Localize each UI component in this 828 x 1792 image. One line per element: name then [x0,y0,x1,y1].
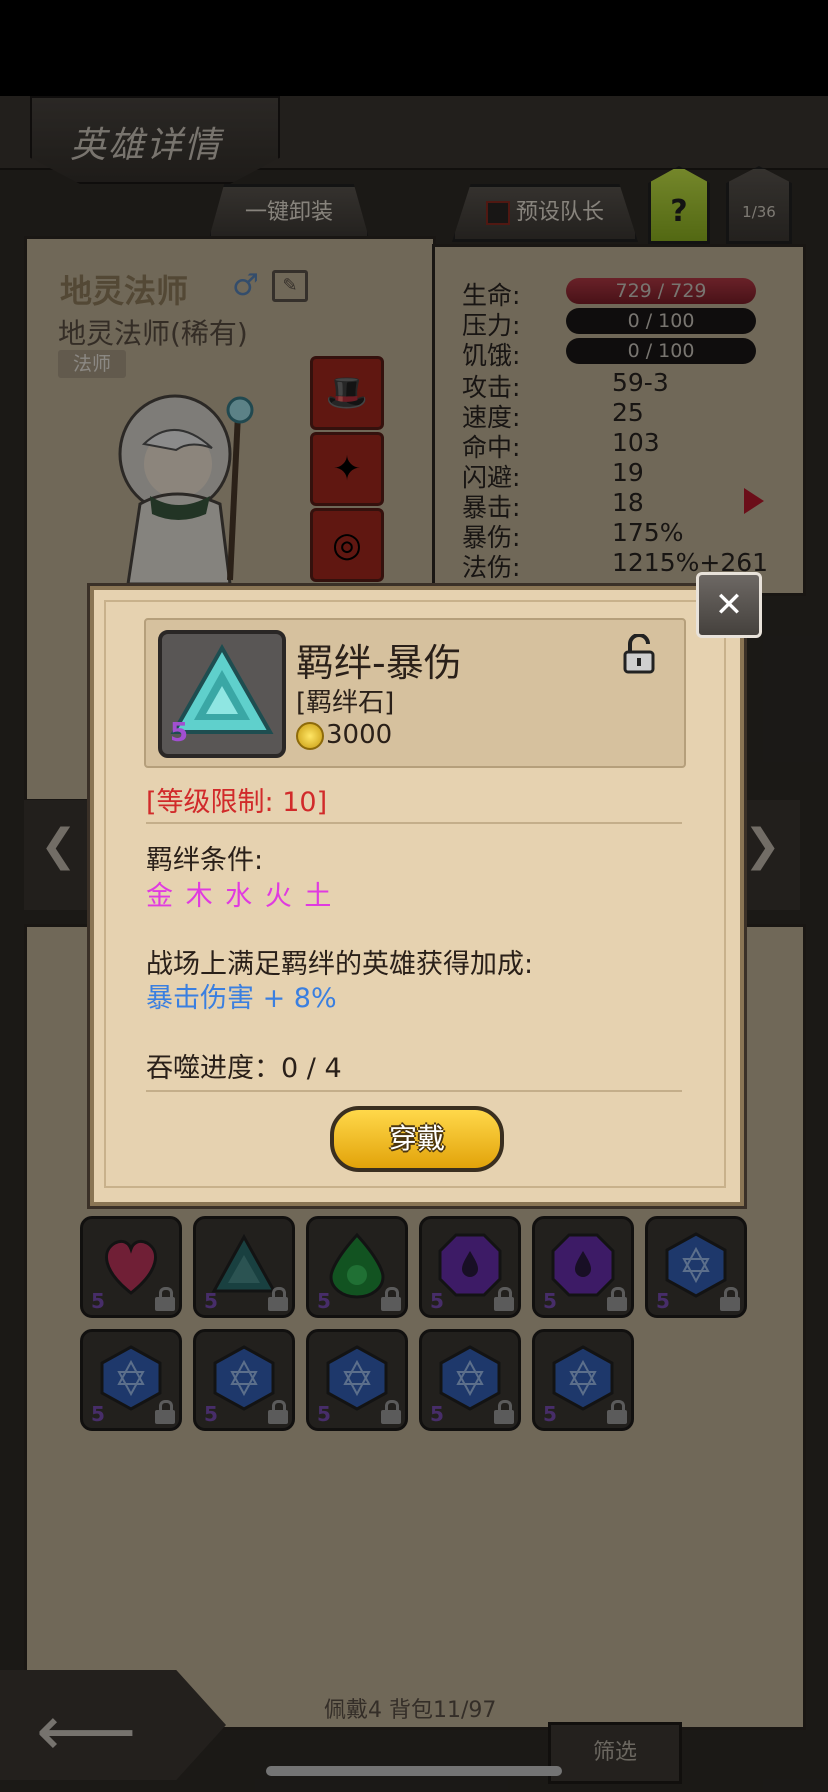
status-bar [0,0,828,96]
gold-coin-icon [296,722,324,750]
bond-condition-label: 羁绊条件: [146,845,264,876]
devour-progress: 吞噬进度：0 / 4 [146,1053,342,1084]
item-level-badge: 5 [170,718,189,748]
bond-elements: 金 木 水 火 土 [146,881,334,912]
item-price: 3000 [326,720,393,750]
divider [146,822,682,824]
item-name: 羁绊-暴伤 [296,641,462,685]
equip-button[interactable]: 穿戴 [330,1106,504,1172]
bonus-value: 暴击伤害 + 8% [146,983,337,1014]
unlocked-padlock-icon[interactable] [622,634,656,674]
close-popup-button[interactable]: ✕ [696,572,762,638]
divider [146,1090,682,1092]
level-requirement: [等级限制: 10] [146,787,328,818]
item-type: [羁绊石] [296,688,395,718]
